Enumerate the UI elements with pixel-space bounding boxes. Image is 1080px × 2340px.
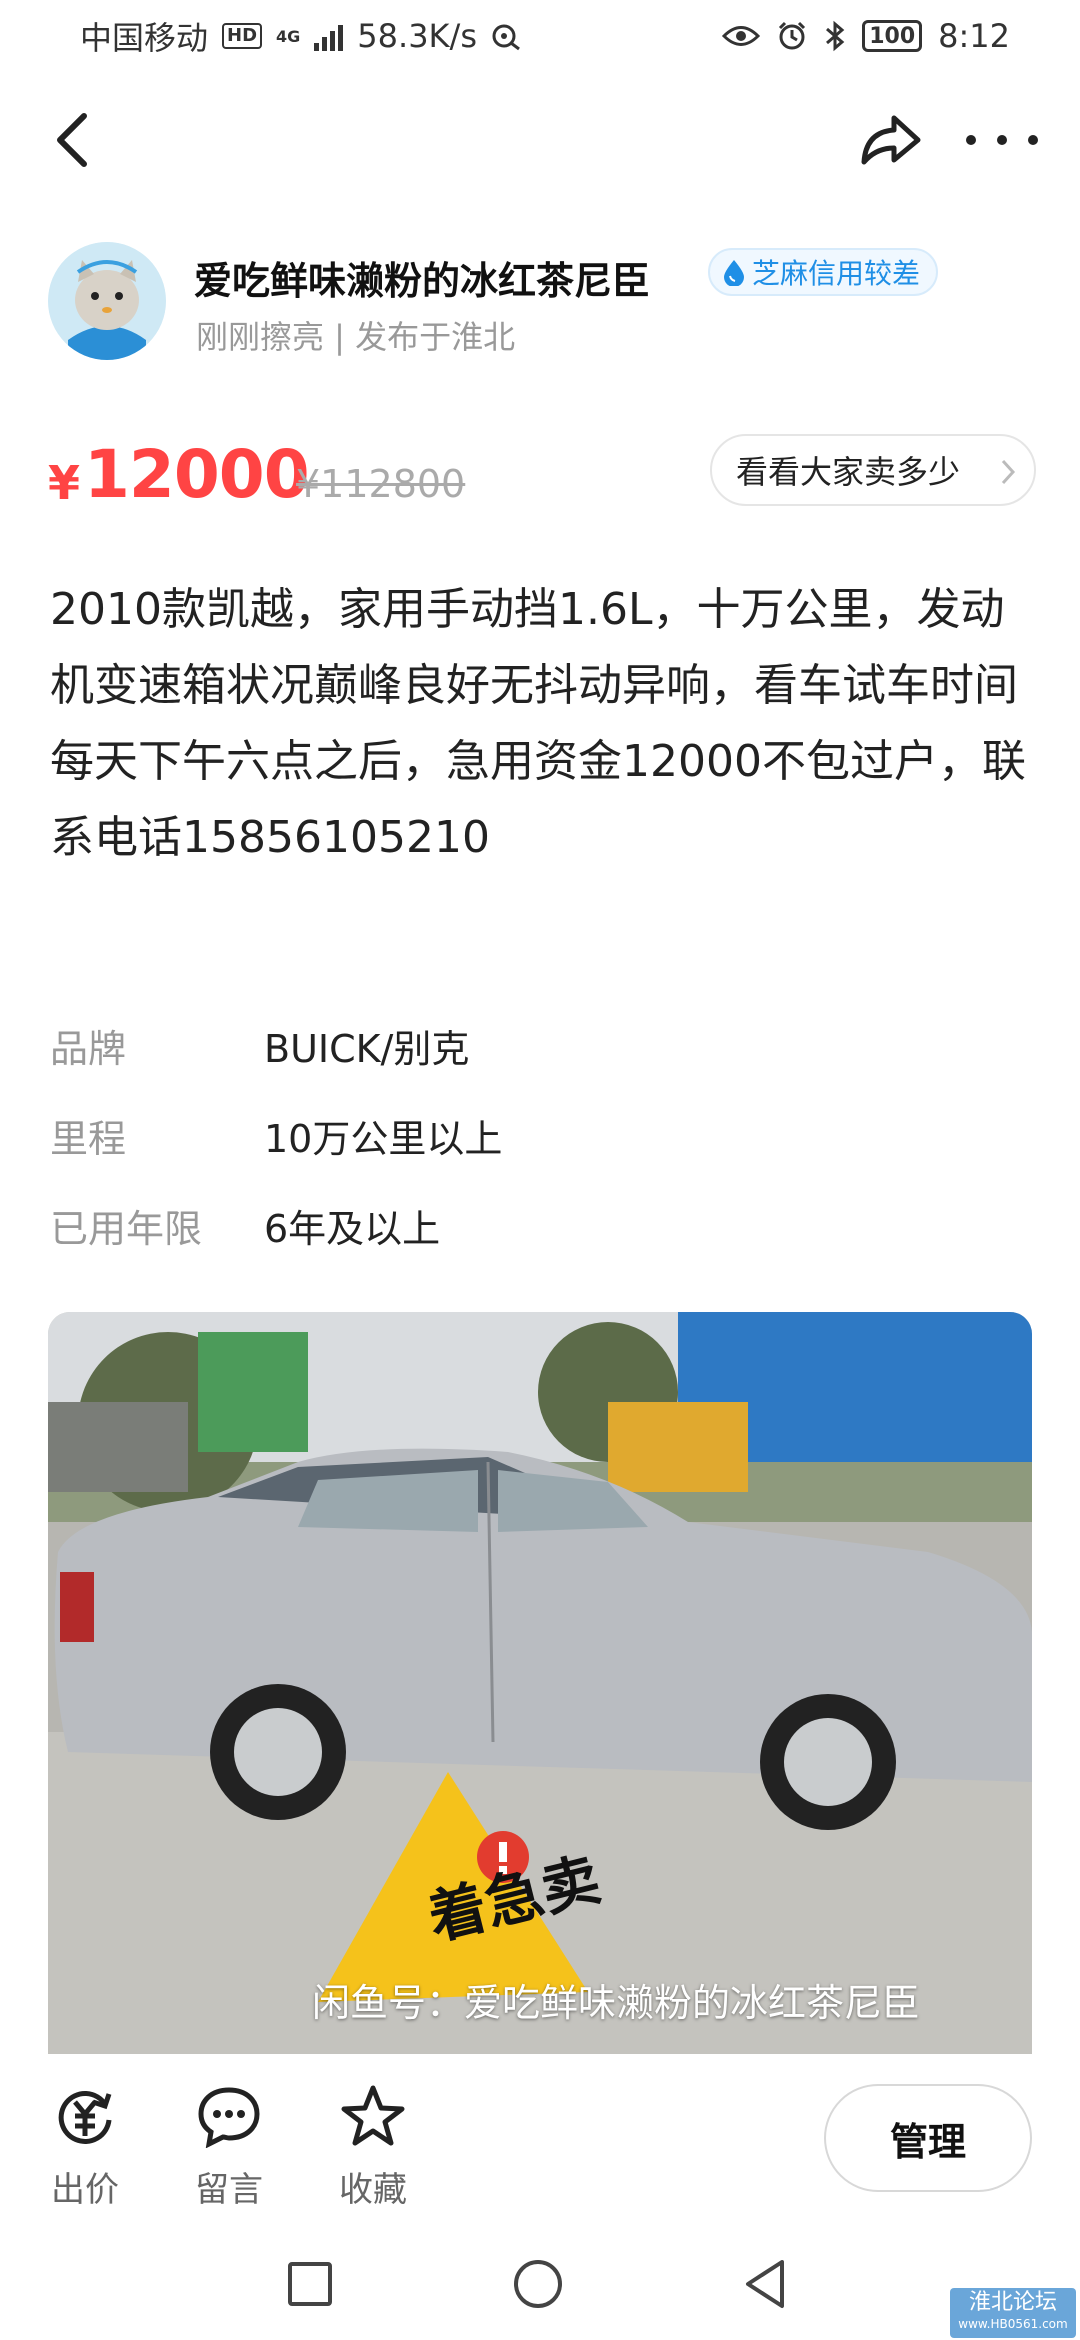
- eye-icon: [722, 26, 761, 46]
- spec-key: 已用年限: [50, 1206, 203, 1251]
- clock: 8:12: [938, 17, 1010, 55]
- battery-icon: 100: [862, 20, 923, 52]
- share-icon[interactable]: [858, 108, 924, 172]
- car-photo-image: [48, 1312, 1032, 2054]
- price-current: 12000: [84, 436, 310, 513]
- manage-button[interactable]: 管理: [824, 2084, 1032, 2192]
- comment-icon: [198, 2087, 260, 2148]
- seller-avatar[interactable]: [48, 242, 166, 360]
- system-nav-bar: [0, 2230, 1080, 2340]
- hotspot-icon: [492, 24, 520, 51]
- star-icon: [341, 2085, 405, 2146]
- watermark-url: www.HB0561.com: [958, 2317, 1068, 2331]
- item-photo[interactable]: 着急卖 闲鱼号：爱吃鲜味濑粉的冰红茶尼臣: [48, 1312, 1032, 2054]
- seller-info[interactable]: 爱吃鲜味濑粉的冰红茶尼臣 芝麻信用较差 刚刚擦亮 | 发布于淮北: [48, 240, 1038, 370]
- item-description: 2010款凯越，家用手动挡1.6L，十万公里，发动机变速箱状况巅峰良好无抖动异响…: [50, 584, 1026, 863]
- hd-badge: HD: [222, 23, 263, 49]
- price-compare-button[interactable]: 看看大家卖多少: [710, 434, 1036, 506]
- bluetooth-icon: [826, 20, 845, 52]
- bottom-action-bar: 出价 留言 收藏 管理: [0, 2054, 1080, 2254]
- spec-row-brand: 品牌 BUICK/别克: [50, 1000, 1040, 1090]
- spec-row-mileage: 里程 10万公里以上: [50, 1090, 1040, 1180]
- price-currency: ¥: [48, 456, 81, 510]
- spec-key: 品牌: [50, 1026, 127, 1071]
- spec-list: 品牌 BUICK/别克 里程 10万公里以上 已用年限 6年及以上: [50, 1000, 1040, 1270]
- offer-label: 出价: [51, 2170, 119, 2210]
- signal-icon: [314, 21, 344, 51]
- back-nav-icon[interactable]: [736, 2254, 796, 2314]
- favorite-label: 收藏: [339, 2170, 407, 2210]
- comment-button[interactable]: 留言: [174, 2084, 284, 2211]
- spec-row-age: 已用年限 6年及以上: [50, 1180, 1040, 1270]
- sesame-drop-icon: [724, 260, 744, 286]
- forum-watermark: 淮北论坛 www.HB0561.com: [950, 2288, 1076, 2338]
- status-bar: 中国移动 HD 4G 58.3K/s 100 8:12: [0, 0, 1080, 72]
- seller-subtitle: 刚刚擦亮 | 发布于淮北: [196, 318, 516, 356]
- credit-badge-label: 芝麻信用较差: [752, 257, 921, 290]
- price-original: ¥112800: [296, 462, 466, 506]
- back-icon[interactable]: [44, 108, 104, 172]
- comment-label: 留言: [195, 2170, 263, 2210]
- spec-value: 6年及以上: [264, 1206, 441, 1251]
- recent-apps-icon[interactable]: [280, 2254, 340, 2314]
- photo-caption: 闲鱼号：爱吃鲜味濑粉的冰红茶尼臣: [312, 1981, 921, 2025]
- offer-price-icon: [58, 2090, 112, 2144]
- spec-value: BUICK/别克: [264, 1026, 470, 1071]
- price-row: ¥ 12000 ¥112800 看看大家卖多少: [48, 430, 1038, 520]
- network-type: 4G: [276, 26, 301, 46]
- alarm-icon: [779, 21, 806, 50]
- home-icon[interactable]: [508, 2254, 568, 2314]
- top-nav-bar: [0, 90, 1080, 190]
- seller-name[interactable]: 爱吃鲜味濑粉的冰红茶尼臣: [194, 250, 650, 305]
- favorite-button[interactable]: 收藏: [318, 2084, 428, 2211]
- watermark-text: 淮北论坛: [968, 2290, 1057, 2315]
- credit-badge[interactable]: 芝麻信用较差: [708, 248, 939, 296]
- spec-value: 10万公里以上: [264, 1116, 503, 1161]
- carrier-label: 中国移动: [80, 19, 209, 57]
- spec-key: 里程: [50, 1116, 127, 1161]
- offer-button[interactable]: 出价: [30, 2084, 140, 2211]
- network-speed: 58.3K/s: [357, 17, 477, 55]
- more-options-icon[interactable]: [966, 116, 1038, 164]
- price-compare-label: 看看大家卖多少: [736, 453, 961, 491]
- chevron-right-icon: [1001, 459, 1016, 485]
- battery-level: 100: [869, 23, 916, 49]
